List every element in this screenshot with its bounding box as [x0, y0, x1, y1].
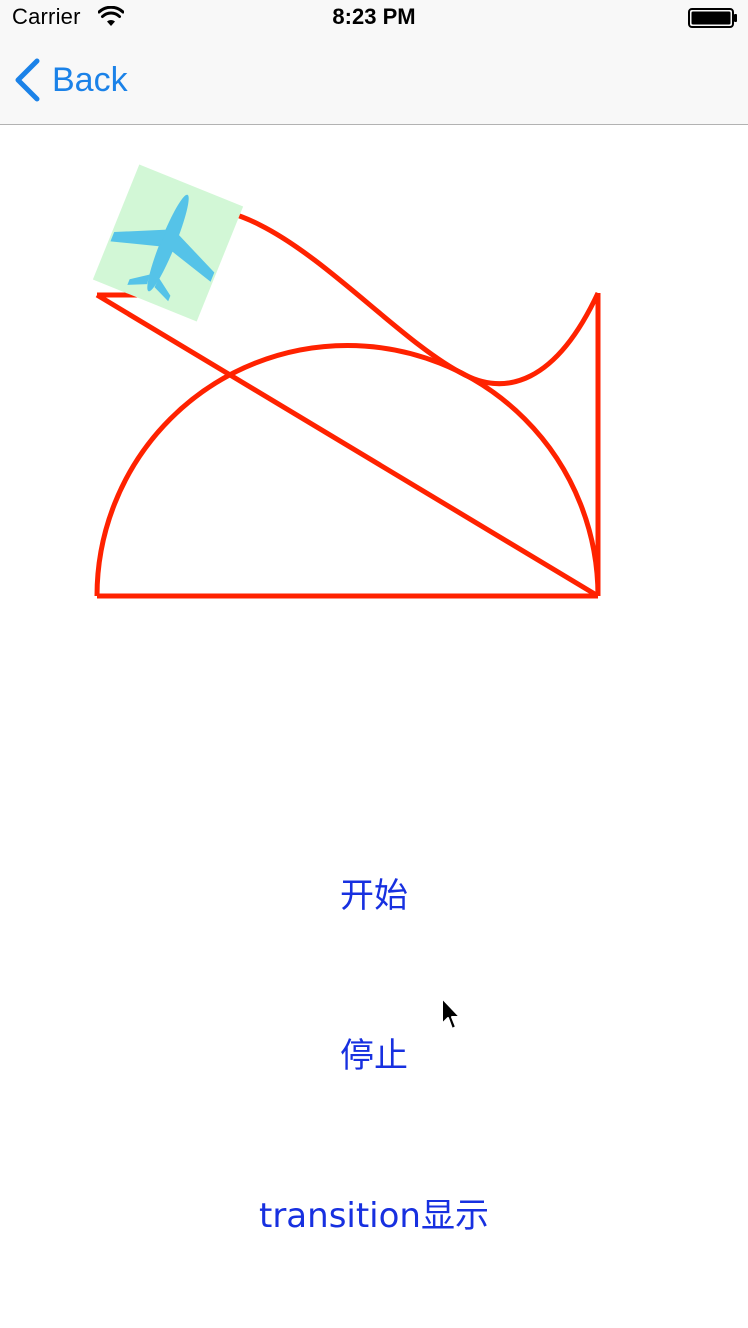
stop-button[interactable]: 停止: [0, 1028, 748, 1077]
status-bar: Carrier 8:23 PM: [0, 0, 748, 36]
path-semicircle: [94, 343, 601, 597]
screen: Carrier 8:23 PM Back 开始 停止 transition显示: [0, 0, 748, 1328]
clock: 8:23 PM: [332, 4, 416, 29]
back-button[interactable]: Back: [12, 56, 128, 104]
mouse-cursor-icon: [441, 997, 461, 1030]
chevron-left-icon: [15, 58, 40, 102]
back-label: Back: [52, 60, 128, 99]
battery-icon: [688, 8, 737, 28]
start-button[interactable]: 开始: [0, 868, 748, 917]
airplane: [92, 164, 244, 322]
navigation-bar: Back: [0, 36, 748, 125]
transition-button[interactable]: transition显示: [0, 1188, 748, 1237]
animation-canvas: [92, 164, 601, 599]
path-diagonal: [95, 292, 600, 599]
